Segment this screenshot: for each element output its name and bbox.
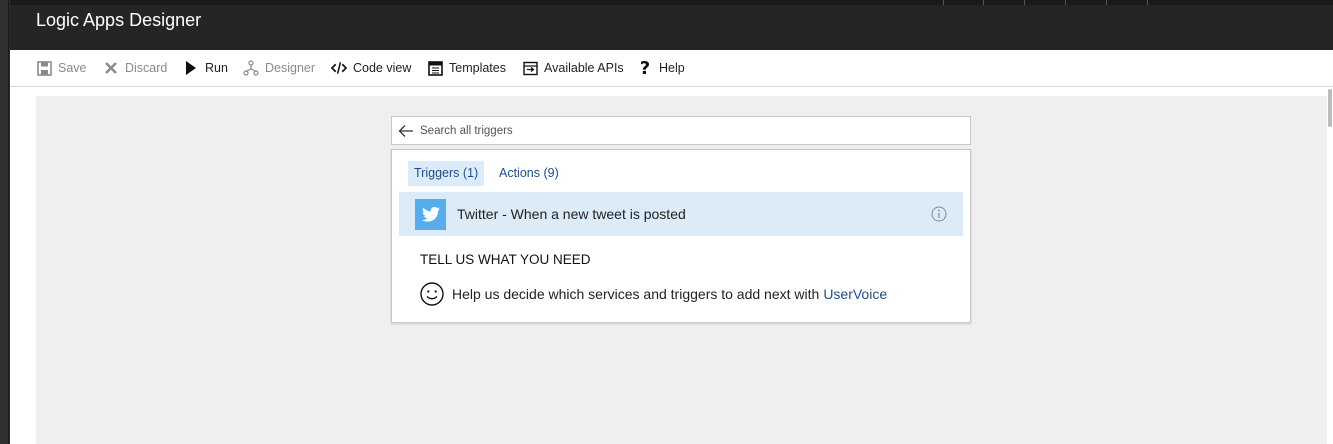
page-title: Logic Apps Designer [36, 10, 202, 30]
designer-icon [243, 60, 259, 76]
available-apis-label: Available APIs [544, 61, 624, 75]
save-icon [36, 60, 52, 76]
api-icon [522, 60, 538, 76]
run-button[interactable]: Run [183, 50, 228, 86]
scrollbar[interactable] [1327, 87, 1333, 444]
templates-label: Templates [449, 61, 506, 75]
scrollbar-thumb[interactable] [1328, 89, 1332, 127]
save-label: Save [58, 61, 87, 75]
smiley-icon [420, 282, 444, 306]
window-left-strip [0, 0, 9, 444]
trigger-panel: Triggers (1) Actions (9) Twitter - When … [391, 149, 971, 323]
tab-triggers[interactable]: Triggers (1) [408, 161, 485, 186]
run-label: Run [205, 61, 228, 75]
twitter-icon [415, 199, 446, 230]
available-apis-button[interactable]: Available APIs [522, 50, 624, 86]
back-arrow-icon[interactable] [392, 117, 420, 144]
code-icon [331, 60, 347, 76]
uservoice-link[interactable]: UserVoice [823, 286, 887, 302]
play-icon [183, 60, 199, 76]
help-icon: ? [639, 57, 651, 79]
designer-canvas: Triggers (1) Actions (9) Twitter - When … [36, 96, 1327, 444]
tab-actions[interactable]: Actions (9) [493, 161, 565, 186]
feedback-text: Help us decide which services and trigge… [452, 286, 820, 302]
designer-area: Triggers (1) Actions (9) Twitter - When … [10, 87, 1333, 444]
trigger-item-twitter[interactable]: Twitter - When a new tweet is posted [399, 192, 963, 236]
code-view-label: Code view [353, 61, 412, 75]
code-view-button[interactable]: Code view [331, 50, 411, 86]
templates-icon [427, 60, 443, 76]
feedback-heading: TELL US WHAT YOU NEED [420, 252, 591, 267]
templates-button[interactable]: Templates [427, 50, 506, 86]
help-button[interactable]: ? Help [637, 50, 685, 86]
close-icon [103, 60, 119, 76]
trigger-label: Twitter - When a new tweet is posted [457, 206, 686, 222]
designer-label: Designer [265, 61, 316, 75]
save-button[interactable]: Save [36, 50, 87, 86]
toolbar: Save Discard Run Designer Code view Temp… [10, 50, 1333, 87]
info-icon[interactable] [931, 206, 947, 222]
help-label: Help [659, 61, 685, 75]
discard-button[interactable]: Discard [103, 50, 167, 86]
search-input[interactable] [420, 118, 970, 143]
trigger-search-box [391, 116, 971, 145]
designer-button[interactable]: Designer [243, 50, 315, 86]
feedback-line: Help us decide which services and trigge… [420, 282, 887, 306]
title-bar: Logic Apps Designer [10, 0, 1333, 50]
discard-label: Discard [125, 61, 168, 75]
